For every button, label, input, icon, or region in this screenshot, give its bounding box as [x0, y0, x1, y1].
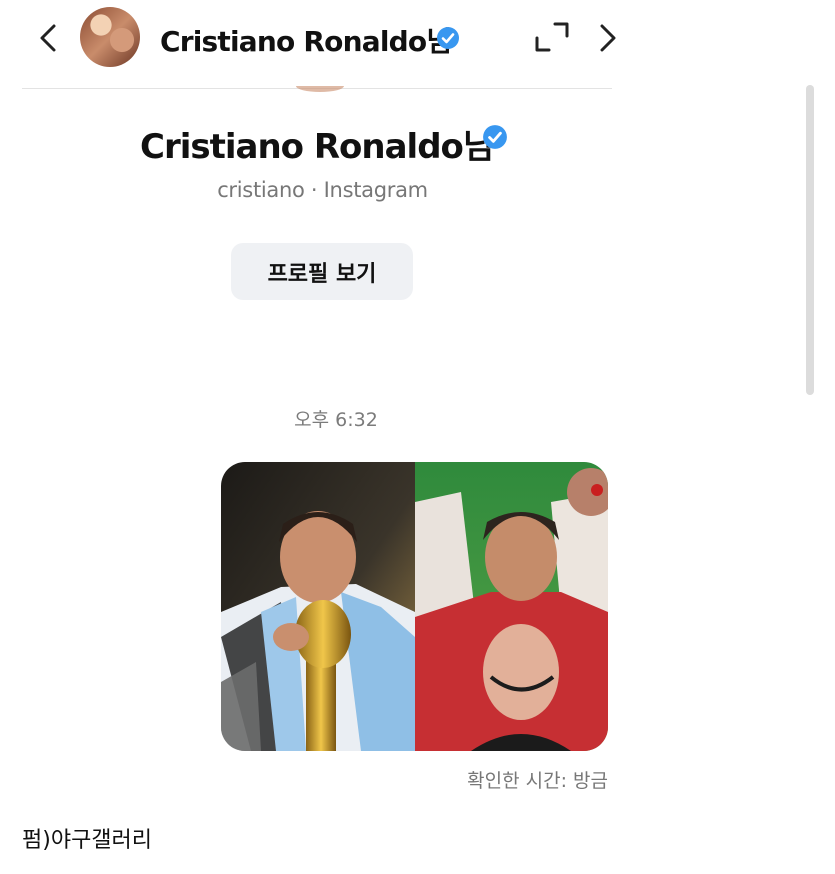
profile-name: Cristiano Ronaldo님: [140, 127, 494, 167]
verified-badge-icon: [483, 125, 507, 149]
scrollbar[interactable]: [806, 85, 814, 395]
chat-header: Cristiano Ronaldo님: [0, 0, 616, 88]
profile-avatar-peek: [296, 86, 344, 92]
expand-button[interactable]: [533, 20, 571, 54]
avatar[interactable]: [80, 7, 140, 67]
back-button[interactable]: [32, 20, 66, 56]
chevron-left-icon: [40, 24, 56, 52]
source-caption: 펌)야구갤러리: [22, 828, 153, 853]
view-profile-button[interactable]: 프로필 보기: [231, 243, 413, 300]
verified-badge-icon: [437, 27, 459, 49]
read-receipt: 확인한 시간: 방금: [467, 770, 608, 792]
expand-icon: [535, 22, 569, 52]
message-timestamp: 오후 6:32: [294, 409, 378, 431]
profile-subtitle: cristiano · Instagram: [217, 178, 428, 202]
chevron-right-icon: [600, 24, 616, 52]
photo-image: [221, 462, 608, 751]
next-button[interactable]: [596, 20, 616, 56]
message-photo[interactable]: [221, 462, 608, 751]
header-username[interactable]: Cristiano Ronaldo님: [160, 20, 452, 60]
